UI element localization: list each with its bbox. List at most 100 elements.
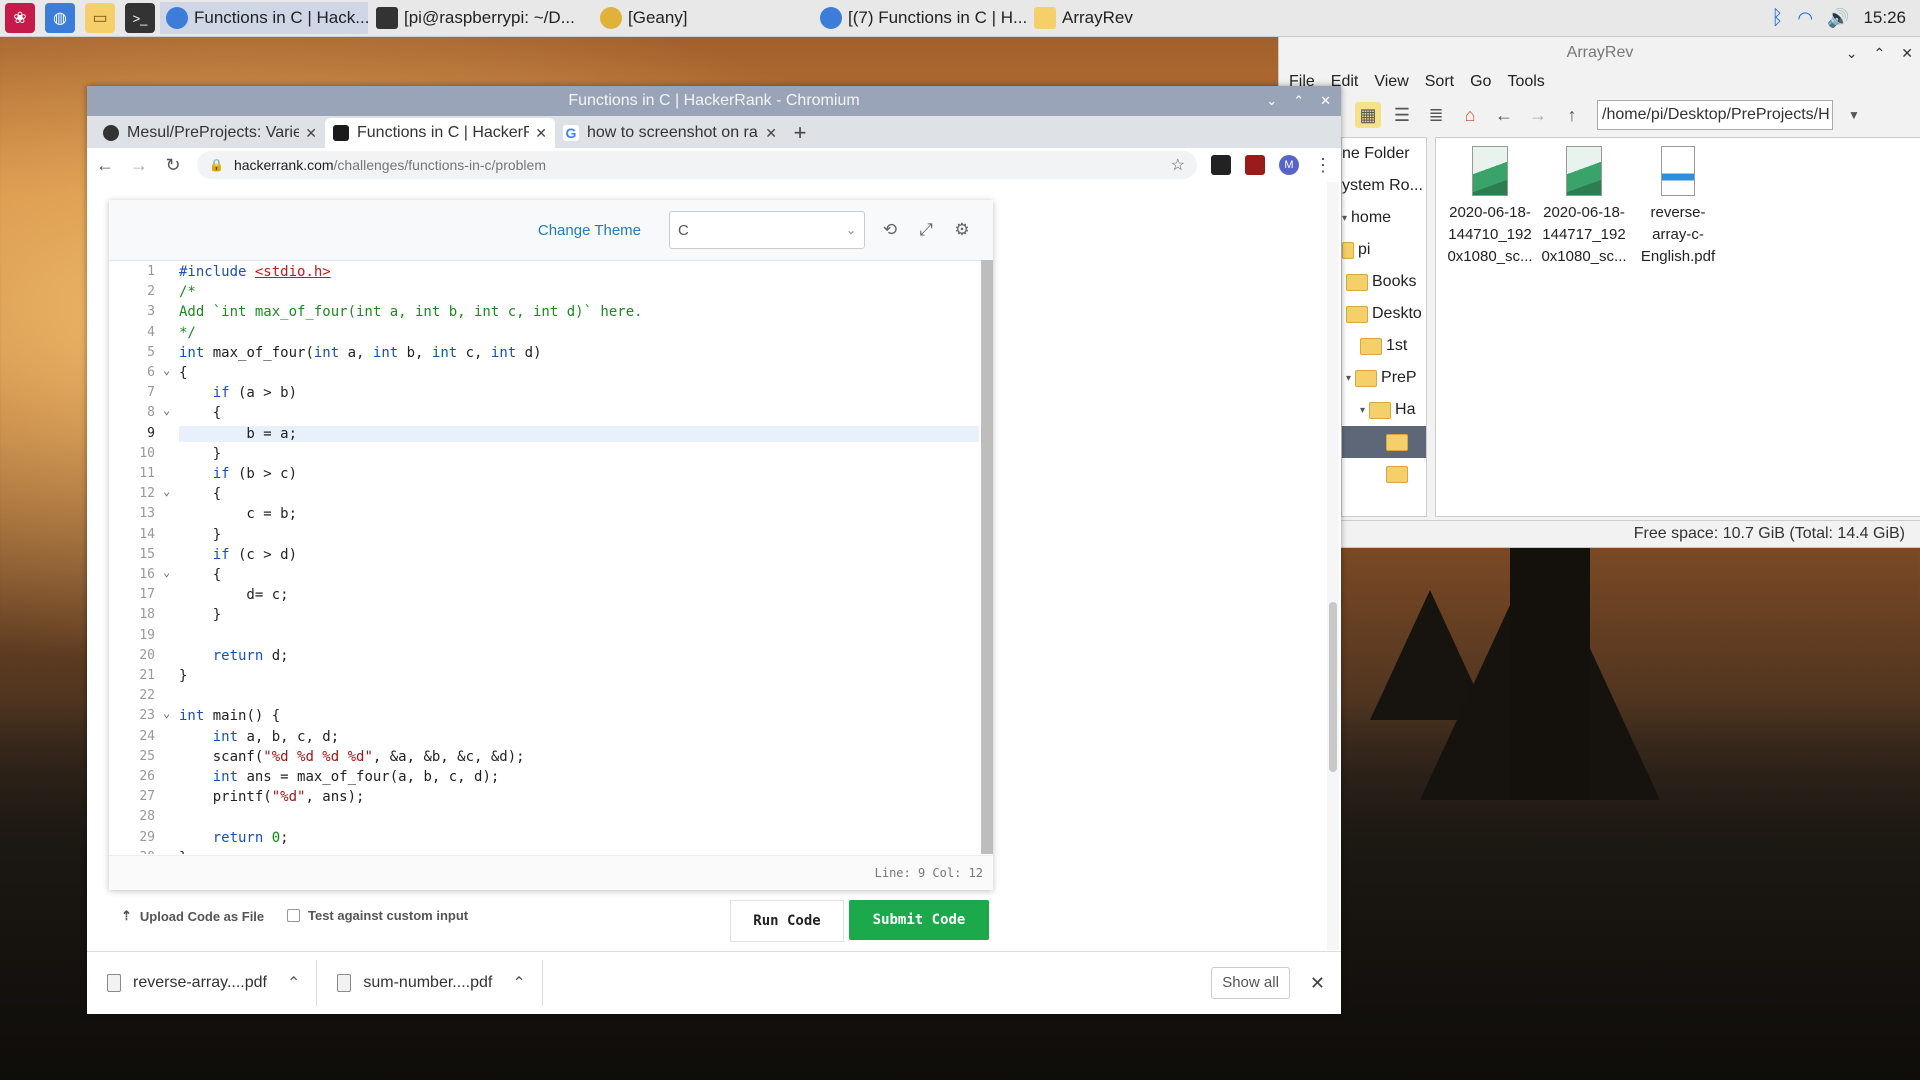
back-icon[interactable]: ← xyxy=(95,155,115,176)
tree-item[interactable]: ▾ Ha xyxy=(1342,394,1426,426)
tree-item[interactable]: pi xyxy=(1342,234,1426,266)
tree-item[interactable] xyxy=(1342,458,1426,490)
lock-icon[interactable]: 🔒 xyxy=(209,158,224,172)
fold-chevron-icon[interactable]: ⌄ xyxy=(163,403,170,417)
icon-view-icon[interactable]: ▦ xyxy=(1355,102,1381,128)
tree-item[interactable]: Deskto xyxy=(1342,298,1426,330)
run-code-button[interactable]: Run Code xyxy=(730,900,844,942)
tree-item[interactable]: ystem Ro... xyxy=(1342,170,1426,202)
browser-tab[interactable]: Functions in C | HackerR ✕ xyxy=(325,118,555,148)
file-item[interactable]: reverse-array-c- English.pdf xyxy=(1632,142,1724,268)
download-item[interactable]: sum-number....pdf ⌃ xyxy=(317,960,543,1006)
home-icon[interactable]: ⌂ xyxy=(1457,102,1483,128)
reload-icon[interactable]: ↻ xyxy=(163,155,183,176)
fold-chevron-icon[interactable]: ⌄ xyxy=(163,565,170,579)
file-manager-icon[interactable]: ▭ xyxy=(85,3,115,33)
history-icon[interactable]: ⟲ xyxy=(879,220,901,240)
close-icon[interactable]: ✕ xyxy=(1320,86,1331,116)
custom-input-checkbox[interactable]: Test against custom input xyxy=(287,908,468,923)
close-icon[interactable]: ✕ xyxy=(305,125,317,142)
fullscreen-icon[interactable]: ⤢ xyxy=(915,220,937,240)
close-icon[interactable]: ✕ xyxy=(765,125,777,142)
web-browser-icon[interactable]: ◍ xyxy=(45,3,75,33)
page-scrollbar-thumb[interactable] xyxy=(1329,602,1337,772)
gear-icon[interactable]: ⚙ xyxy=(951,220,973,240)
line-number: 18 xyxy=(139,607,155,623)
tree-item[interactable]: ▾ PreP xyxy=(1342,362,1426,394)
terminal-icon[interactable]: >_ xyxy=(125,3,155,33)
browser-tab[interactable]: Mesul/PreProjects: Varie ✕ xyxy=(95,118,325,148)
show-all-button[interactable]: Show all xyxy=(1211,967,1290,999)
expand-arrow-icon[interactable]: ▾ xyxy=(1342,213,1347,224)
wifi-icon[interactable]: ◠ xyxy=(1797,8,1813,29)
close-icon[interactable]: ✕ xyxy=(535,125,547,142)
volume-icon[interactable]: 🔊 xyxy=(1827,8,1849,29)
code-area[interactable]: 1 #include <stdio.h> 2 /* 3 Add `int max_of_f… xyxy=(109,260,981,854)
up-icon[interactable]: ↑ xyxy=(1559,102,1585,128)
compact-view-icon[interactable]: ☰ xyxy=(1389,102,1415,128)
forward-icon[interactable]: → xyxy=(1525,102,1551,128)
minimize-icon[interactable]: ⌄ xyxy=(1266,86,1277,116)
menu-item-go[interactable]: Go xyxy=(1470,73,1491,91)
chevron-up-icon[interactable]: ⌃ xyxy=(512,973,525,993)
expand-arrow-icon[interactable]: ▾ xyxy=(1346,373,1351,384)
submit-code-button[interactable]: Submit Code xyxy=(849,900,989,940)
raspberry-menu-icon[interactable]: ❀ xyxy=(5,3,35,33)
tree-item-selected[interactable] xyxy=(1342,426,1426,458)
taskbar-item[interactable]: [pi@raspberrypi: ~/D... xyxy=(370,2,592,34)
line-number: 6 xyxy=(147,365,155,380)
menu-item-tools[interactable]: Tools xyxy=(1507,73,1544,91)
taskbar-item[interactable]: [Geany] xyxy=(594,2,812,34)
maximize-icon[interactable]: ⌃ xyxy=(1293,86,1304,116)
tree-item[interactable]: 1st xyxy=(1342,330,1426,362)
tree-item[interactable]: ▾ home xyxy=(1342,202,1426,234)
taskbar-item[interactable]: Functions in C | Hack... xyxy=(160,2,368,34)
change-theme-link[interactable]: Change Theme xyxy=(538,222,641,239)
file-item[interactable]: 2020-06-18- 144717_192 0x1080_sc... xyxy=(1538,142,1630,268)
checkbox-box[interactable] xyxy=(287,909,300,922)
list-view-icon[interactable]: ≣ xyxy=(1423,102,1449,128)
bookmark-star-icon[interactable]: ☆ xyxy=(1171,155,1185,175)
menu-item-view[interactable]: View xyxy=(1374,73,1408,91)
menu-kebab-icon[interactable]: ⋮ xyxy=(1313,155,1333,176)
avatar[interactable]: M xyxy=(1279,155,1299,175)
folder-icon xyxy=(1346,305,1368,323)
minimize-icon[interactable]: ⌄ xyxy=(1846,37,1858,69)
close-icon[interactable]: ✕ xyxy=(1310,973,1325,994)
fold-chevron-icon[interactable]: ⌄ xyxy=(163,363,170,377)
editor-scrollbar-thumb[interactable] xyxy=(981,260,993,854)
taskbar-item[interactable]: ArrayRev xyxy=(1028,2,1240,34)
chevron-up-icon[interactable]: ⌃ xyxy=(287,973,300,993)
back-icon[interactable]: ← xyxy=(1491,102,1517,128)
forward-icon[interactable]: → xyxy=(129,155,149,176)
bluetooth-icon[interactable]: ᛒ xyxy=(1771,7,1783,30)
tree-item[interactable]: ne Folder xyxy=(1342,138,1426,170)
tree-item[interactable]: Books xyxy=(1342,266,1426,298)
download-item[interactable]: reverse-array....pdf ⌃ xyxy=(87,960,318,1006)
file-item[interactable]: 2020-06-18- 144710_192 0x1080_sc... xyxy=(1444,142,1536,268)
maximize-icon[interactable]: ⌃ xyxy=(1874,37,1886,69)
directory-tree[interactable]: ne Folder ystem Ro... ▾ home pi Books Deskto 1s… xyxy=(1341,137,1427,517)
taskbar-item[interactable]: [(7) Functions in C | H... xyxy=(814,2,1026,34)
file-manager-title-bar[interactable]: ArrayRev ⌄ ⌃ ✕ xyxy=(1279,37,1920,69)
clock[interactable]: 15:26 xyxy=(1863,8,1906,28)
fold-chevron-icon[interactable]: ⌄ xyxy=(163,706,170,720)
file-manager-title: ArrayRev xyxy=(1566,44,1634,61)
menu-item-sort[interactable]: Sort xyxy=(1425,73,1454,91)
editor-scrollbar[interactable] xyxy=(981,260,993,854)
path-dropdown-icon[interactable]: ▼ xyxy=(1841,102,1867,128)
fold-chevron-icon[interactable]: ⌄ xyxy=(163,484,170,498)
new-tab-button[interactable]: + xyxy=(785,118,815,148)
page-scrollbar[interactable] xyxy=(1327,182,1339,950)
code-line: if (b > c) xyxy=(212,466,298,482)
browser-tab[interactable]: Ghow to screenshot on ra ✕ xyxy=(555,118,785,148)
url-field[interactable]: 🔒 hackerrank.com/challenges/functions-in… xyxy=(197,151,1197,179)
language-select[interactable]: C ⌄ xyxy=(669,211,865,249)
upload-code-link[interactable]: ⇡ Upload Code as File xyxy=(121,908,264,924)
expand-arrow-icon[interactable]: ▾ xyxy=(1360,405,1365,416)
close-icon[interactable]: ✕ xyxy=(1901,37,1913,69)
path-input[interactable]: /home/pi/Desktop/PreProjects/H xyxy=(1597,100,1833,130)
ublock-extension-icon[interactable] xyxy=(1245,155,1265,175)
browser-title-bar[interactable]: Functions in C | HackerRank - Chromium ⌄… xyxy=(87,86,1341,116)
extension-icon[interactable] xyxy=(1211,155,1231,175)
